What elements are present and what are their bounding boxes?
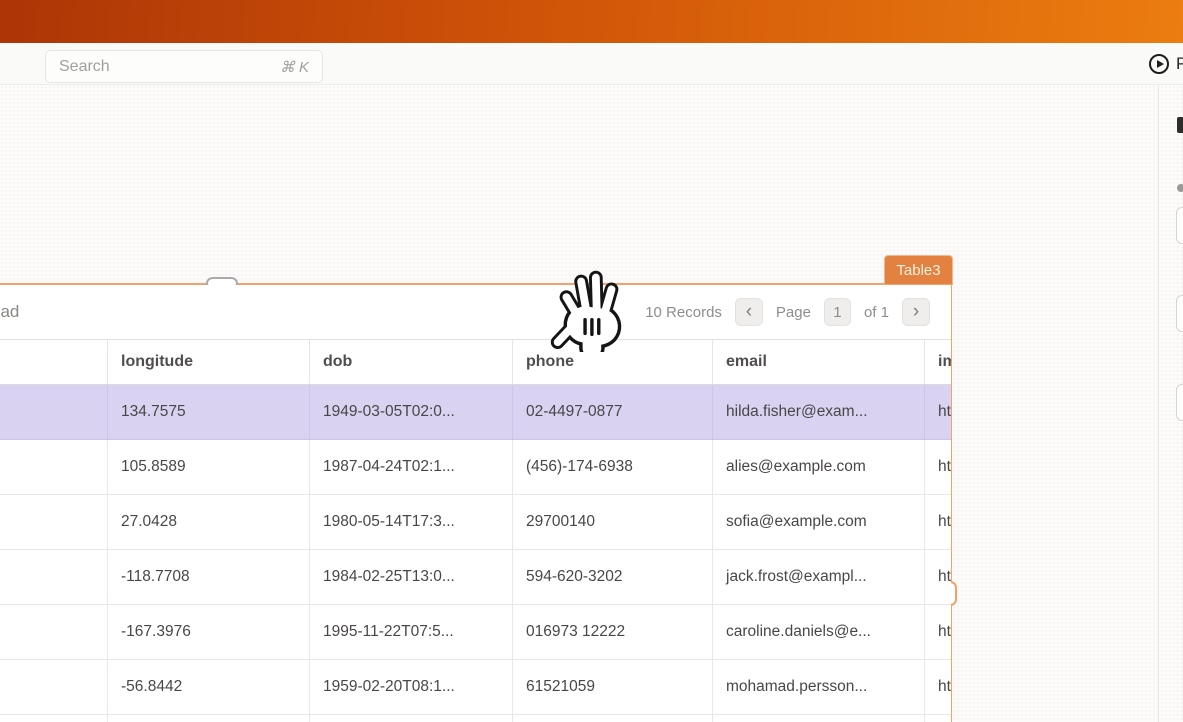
search-input[interactable]: Search ⌘ K bbox=[45, 50, 323, 83]
table-cell[interactable]: 1959-02-20T08:1... bbox=[310, 660, 513, 715]
table-toolbar-text-fragment: oad bbox=[0, 302, 19, 322]
table-cell[interactable]: ht bbox=[925, 660, 951, 715]
table-cell[interactable]: sofia@example.com bbox=[713, 495, 925, 550]
table-header-row: longitude dob phone email im bbox=[0, 340, 951, 385]
records-count-label: 10 Records bbox=[645, 304, 722, 321]
property-input-fragment[interactable] bbox=[1176, 384, 1183, 421]
column-header[interactable] bbox=[0, 340, 108, 385]
property-panel-icon bbox=[1177, 184, 1183, 192]
table-pagination: 10 Records ‹ Page 1 of 1 › bbox=[645, 298, 930, 326]
search-placeholder: Search bbox=[59, 58, 110, 76]
widget-name-tag[interactable]: Table3 bbox=[884, 255, 953, 284]
play-circle-icon bbox=[1149, 54, 1169, 74]
property-panel-divider bbox=[1158, 85, 1159, 722]
table-cell[interactable]: 594-620-3202 bbox=[513, 550, 713, 605]
deploy-label: P bbox=[1176, 54, 1183, 74]
table-cell[interactable] bbox=[0, 605, 108, 660]
table-cell[interactable]: -167.3976 bbox=[108, 605, 310, 660]
table-cell[interactable]: 02-4497-0877 bbox=[513, 385, 713, 440]
chevron-left-icon: ‹ bbox=[746, 302, 752, 321]
table-cell[interactable]: ht bbox=[925, 385, 951, 440]
table-widget: oad 10 Records ‹ Page 1 of 1 › longitude… bbox=[0, 285, 951, 722]
table-cell[interactable]: mohamad.persson... bbox=[713, 660, 925, 715]
table-toolbar: oad 10 Records ‹ Page 1 of 1 › bbox=[0, 285, 951, 340]
table-cell[interactable]: 1995-11-22T07:5... bbox=[310, 605, 513, 660]
table-cell[interactable]: (456)-174-6938 bbox=[513, 440, 713, 495]
widget-name-label: Table3 bbox=[896, 262, 940, 279]
table-cell[interactable]: 1980-05-14T17:3... bbox=[310, 495, 513, 550]
table-row[interactable]: -56.8442 1959-02-20T08:1... 61521059 moh… bbox=[0, 660, 951, 715]
table-cell[interactable]: 1984-02-25T13:0... bbox=[310, 550, 513, 605]
table-cell[interactable] bbox=[0, 550, 108, 605]
table-cell[interactable]: caroline.daniels@e... bbox=[713, 605, 925, 660]
table-cell[interactable]: ht bbox=[925, 550, 951, 605]
table-cell[interactable]: 29700140 bbox=[513, 495, 713, 550]
table-cell[interactable]: jack.frost@exampl... bbox=[713, 550, 925, 605]
table-cell[interactable]: ht bbox=[925, 440, 951, 495]
page-total-label: of 1 bbox=[864, 304, 889, 321]
table-row[interactable]: 27.0428 1980-05-14T17:3... 29700140 sofi… bbox=[0, 495, 951, 550]
search-shortcut-hint: ⌘ K bbox=[280, 58, 309, 76]
page-number-input[interactable]: 1 bbox=[824, 298, 851, 326]
table-cell[interactable]: -118.7708 bbox=[108, 550, 310, 605]
table-cell[interactable]: 1987-04-24T02:1... bbox=[310, 440, 513, 495]
column-header-longitude[interactable]: longitude bbox=[108, 340, 310, 385]
page-number-value: 1 bbox=[833, 304, 841, 321]
table-cell[interactable]: 27.0428 bbox=[108, 495, 310, 550]
table-cell[interactable]: alies@example.com bbox=[713, 440, 925, 495]
table-cell[interactable] bbox=[0, 385, 108, 440]
table-cell[interactable]: ht bbox=[925, 605, 951, 660]
table-cell[interactable] bbox=[0, 495, 108, 550]
brand-header-bar bbox=[0, 0, 1183, 43]
table-cell[interactable] bbox=[0, 440, 108, 495]
table-cell[interactable] bbox=[0, 660, 108, 715]
column-header-dob[interactable]: dob bbox=[310, 340, 513, 385]
column-header-image[interactable]: im bbox=[925, 340, 951, 385]
property-input-fragment[interactable] bbox=[1176, 295, 1183, 332]
table-cell[interactable]: -56.8442 bbox=[108, 660, 310, 715]
prev-page-button[interactable]: ‹ bbox=[735, 298, 763, 326]
page-label: Page bbox=[776, 304, 811, 321]
table-cell[interactable]: 61521059 bbox=[513, 660, 713, 715]
table-cell[interactable]: ht bbox=[925, 495, 951, 550]
table-cell[interactable]: 105.8589 bbox=[108, 440, 310, 495]
table-row[interactable]: -167.3976 1995-11-22T07:5... 016973 1222… bbox=[0, 605, 951, 660]
property-panel-title-fragment bbox=[1177, 117, 1183, 133]
table-row[interactable]: 105.8589 1987-04-24T02:1... (456)-174-69… bbox=[0, 440, 951, 495]
table-row[interactable]: -118.7708 1984-02-25T13:0... 594-620-320… bbox=[0, 550, 951, 605]
deploy-button[interactable]: P bbox=[1149, 51, 1183, 77]
next-page-button[interactable]: › bbox=[902, 298, 930, 326]
table-row-partial[interactable] bbox=[0, 715, 951, 722]
app-topbar: Search ⌘ K P bbox=[0, 43, 1183, 85]
table-cell[interactable]: hilda.fisher@exam... bbox=[713, 385, 925, 440]
table-cell[interactable]: 134.7575 bbox=[108, 385, 310, 440]
property-input-fragment[interactable] bbox=[1176, 207, 1183, 244]
chevron-right-icon: › bbox=[913, 302, 919, 321]
column-header-phone[interactable]: phone bbox=[513, 340, 713, 385]
table-cell[interactable]: 1949-03-05T02:0... bbox=[310, 385, 513, 440]
table-cell[interactable]: 016973 12222 bbox=[513, 605, 713, 660]
column-header-email[interactable]: email bbox=[713, 340, 925, 385]
table-row[interactable]: 134.7575 1949-03-05T02:0... 02-4497-0877… bbox=[0, 385, 951, 440]
